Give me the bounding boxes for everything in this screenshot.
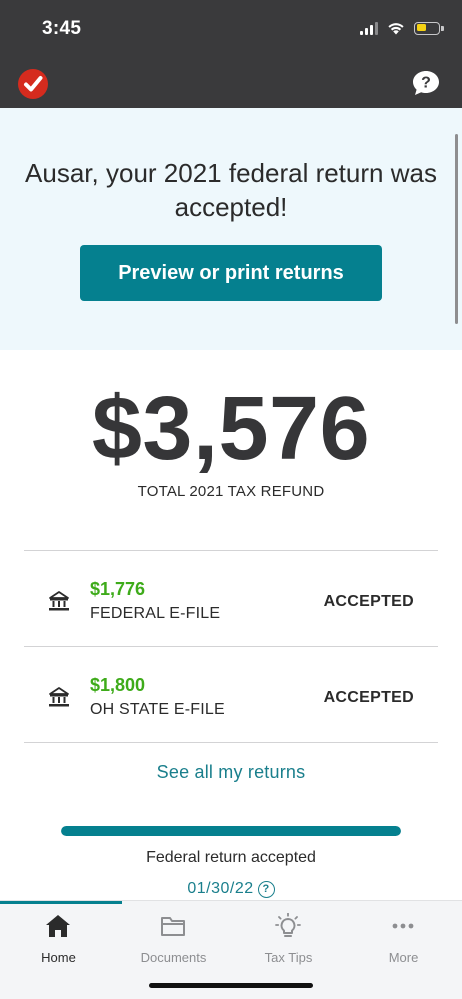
tab-more[interactable]: More [346,909,461,969]
progress-bar [61,826,401,836]
return-amount: $1,800 [90,675,146,695]
refund-label: TOTAL 2021 TAX REFUND [137,483,325,500]
wifi-icon [388,23,404,35]
tab-label: More [388,950,419,965]
divider [24,742,438,743]
return-status: ACCEPTED [323,593,414,610]
progress-fill [61,826,401,836]
bank-icon [49,687,69,707]
home-icon [46,915,70,937]
turbotax-check-icon[interactable] [18,69,48,99]
return-row-federal[interactable]: $1,776 FEDERAL E-FILE ACCEPTED [24,551,438,647]
progress-label: Federal return accepted [146,849,316,866]
tab-home[interactable]: Home [1,909,116,969]
battery-icon [414,21,444,35]
tab-label: Home [41,950,76,965]
hero-title: Ausar, your 2021 federal return was acce… [25,158,437,222]
tab-tax-tips[interactable]: Tax Tips [231,909,346,969]
return-name: OH STATE E-FILE [90,701,225,718]
folder-icon [161,917,185,936]
bank-icon [49,591,69,611]
preview-print-button[interactable]: Preview or print returns [80,245,382,301]
tab-label: Tax Tips [264,950,313,965]
lightbulb-icon [275,913,301,937]
more-dots-icon [392,923,414,929]
app-header: ? [0,56,462,108]
status-time: 3:45 [42,18,82,39]
progress-date: 01/30/22 [187,880,254,897]
return-amount: $1,776 [90,579,146,599]
see-all-returns-link[interactable]: See all my returns [0,762,462,783]
return-name: FEDERAL E-FILE [90,605,221,622]
tab-label: Documents [140,950,207,965]
cellular-signal-icon [360,21,378,35]
tab-documents[interactable]: Documents [116,909,231,969]
return-row-state[interactable]: $1,800 OH STATE E-FILE ACCEPTED [24,647,438,743]
status-icons [360,21,444,35]
help-bubble-icon[interactable]: ? [412,70,440,96]
refund-amount: $3,576 [91,379,371,479]
scroll-indicator [455,134,458,324]
svg-text:?: ? [421,75,431,92]
help-circle-icon[interactable]: ? [257,881,275,898]
home-indicator [149,983,313,988]
progress-date-row: 01/30/22? [0,880,462,898]
return-status: ACCEPTED [323,689,414,706]
status-bar: 3:45 [0,0,462,56]
tab-active-indicator [0,901,122,904]
hero-banner: Ausar, your 2021 federal return was acce… [0,108,462,350]
